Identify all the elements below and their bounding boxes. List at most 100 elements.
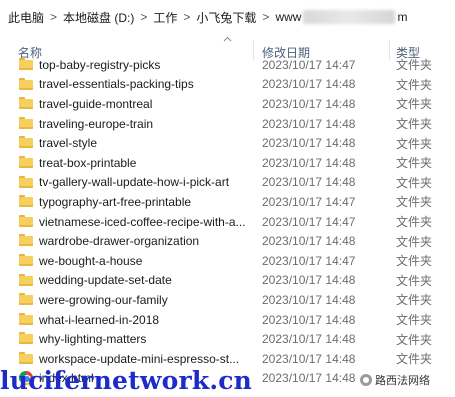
folder-icon bbox=[19, 58, 33, 70]
breadcrumb-item-site-folder[interactable]: www m bbox=[273, 10, 409, 25]
file-list: top-baby-registry-picks 2023/10/17 14:47 文… bbox=[0, 58, 455, 397]
breadcrumb-separator: > bbox=[183, 10, 191, 24]
file-modified-date: 2023/10/17 14:48 bbox=[262, 96, 356, 111]
file-type: 文件夹 bbox=[396, 77, 433, 92]
column-divider[interactable] bbox=[253, 40, 254, 60]
file-name: tv-gallery-wall-update-how-i-pick-art bbox=[39, 175, 230, 190]
file-row[interactable]: traveling-europe-train 2023/10/17 14:48 文件… bbox=[0, 114, 455, 134]
file-row[interactable]: treat-box-printable 2023/10/17 14:48 文件夹 bbox=[0, 153, 455, 173]
file-modified-date: 2023/10/17 14:47 bbox=[262, 194, 356, 209]
folder-icon bbox=[19, 195, 33, 208]
breadcrumb: 此电脑 > 本地磁盘 (D:) > 工作 > 小飞兔下载 > www m bbox=[0, 0, 455, 34]
folder-icon bbox=[19, 214, 33, 227]
folder-icon bbox=[19, 97, 33, 110]
breadcrumb-site-prefix: www bbox=[275, 9, 302, 24]
watermark-text: lucifernetwork.cn bbox=[0, 366, 253, 395]
file-row[interactable]: tv-gallery-wall-update-how-i-pick-art 202… bbox=[0, 173, 455, 193]
file-name: travel-style bbox=[39, 136, 98, 151]
file-name: typography-art-free-printable bbox=[39, 194, 192, 209]
folder-icon bbox=[19, 234, 33, 247]
file-modified-date: 2023/10/17 14:48 bbox=[262, 155, 356, 170]
file-row[interactable]: we-bought-a-house 2023/10/17 14:47 文件夹 bbox=[0, 251, 455, 271]
file-modified-date: 2023/10/17 14:48 bbox=[262, 116, 356, 131]
file-modified-date: 2023/10/17 14:48 bbox=[262, 351, 356, 366]
folder-icon bbox=[19, 273, 33, 286]
file-row[interactable]: wedding-update-set-date 2023/10/17 14:48 文… bbox=[0, 271, 455, 291]
file-name: travel-guide-montreal bbox=[39, 96, 153, 111]
file-row[interactable]: wardrobe-drawer-organization 2023/10/17 1… bbox=[0, 231, 455, 251]
file-row[interactable]: travel-style 2023/10/17 14:48 文件夹 bbox=[0, 133, 455, 153]
breadcrumb-item-work[interactable]: 工作 bbox=[151, 9, 179, 26]
redacted-blur bbox=[303, 10, 396, 25]
file-name: wardrobe-drawer-organization bbox=[39, 234, 200, 249]
file-row[interactable]: were-growing-our-family 2023/10/17 14:48 文… bbox=[0, 290, 455, 310]
folder-icon bbox=[19, 116, 33, 129]
file-type: 文件夹 bbox=[396, 215, 433, 230]
file-type: 文件夹 bbox=[396, 156, 433, 171]
file-row[interactable]: typography-art-free-printable 2023/10/17 … bbox=[0, 192, 455, 212]
file-row[interactable]: vietnamese-iced-coffee-recipe-with-a... 2… bbox=[0, 212, 455, 232]
folder-icon bbox=[19, 175, 33, 188]
file-modified-date: 2023/10/17 14:48 bbox=[262, 292, 356, 307]
folder-icon bbox=[19, 352, 33, 364]
file-type: 文件夹 bbox=[396, 313, 433, 328]
file-modified-date: 2023/10/17 14:48 bbox=[262, 136, 356, 151]
breadcrumb-item-local-disk[interactable]: 本地磁盘 (D:) bbox=[61, 9, 136, 26]
file-type: 文件夹 bbox=[396, 234, 433, 249]
column-divider[interactable] bbox=[389, 40, 390, 60]
wechat-watermark-label: 路西法网络 bbox=[375, 375, 430, 387]
file-row[interactable]: travel-essentials-packing-tips 2023/10/17… bbox=[0, 75, 455, 95]
file-modified-date: 2023/10/17 14:48 bbox=[262, 332, 356, 347]
file-modified-date: 2023/10/17 14:47 bbox=[262, 58, 356, 72]
file-type: 文件夹 bbox=[396, 117, 433, 132]
file-type: 文件夹 bbox=[396, 273, 433, 288]
breadcrumb-separator: > bbox=[50, 10, 58, 24]
file-type: 文件夹 bbox=[396, 175, 433, 190]
file-modified-date: 2023/10/17 14:48 bbox=[262, 77, 356, 92]
breadcrumb-separator: > bbox=[140, 10, 148, 24]
file-name: top-baby-registry-picks bbox=[39, 58, 161, 72]
file-name: we-bought-a-house bbox=[39, 253, 143, 268]
file-type: 文件夹 bbox=[396, 58, 433, 73]
file-modified-date: 2023/10/17 14:48 bbox=[262, 175, 356, 190]
file-type: 文件夹 bbox=[396, 332, 433, 347]
file-modified-date: 2023/10/17 14:48 bbox=[262, 371, 356, 386]
file-type: 文件夹 bbox=[396, 97, 433, 112]
file-name: what-i-learned-in-2018 bbox=[39, 312, 160, 327]
folder-icon bbox=[19, 254, 33, 266]
folder-icon bbox=[19, 156, 33, 168]
file-name: workspace-update-mini-espresso-st... bbox=[39, 351, 240, 366]
file-name: vietnamese-iced-coffee-recipe-with-a... bbox=[39, 214, 246, 229]
file-modified-date: 2023/10/17 14:48 bbox=[262, 312, 356, 327]
file-name: treat-box-printable bbox=[39, 155, 137, 170]
file-type: 文件夹 bbox=[396, 254, 433, 269]
folder-icon bbox=[19, 332, 33, 345]
folder-icon bbox=[19, 293, 33, 306]
file-row[interactable]: why-lighting-matters 2023/10/17 14:48 文件夹 bbox=[0, 329, 455, 349]
file-name: were-growing-our-family bbox=[39, 292, 168, 307]
file-modified-date: 2023/10/17 14:48 bbox=[262, 234, 356, 249]
file-row[interactable]: top-baby-registry-picks 2023/10/17 14:47 文… bbox=[0, 58, 455, 75]
wechat-watermark: 路西法网络 bbox=[358, 372, 432, 388]
breadcrumb-separator: > bbox=[262, 10, 270, 24]
wechat-icon bbox=[360, 374, 372, 386]
file-type: 文件夹 bbox=[396, 293, 433, 308]
file-modified-date: 2023/10/17 14:47 bbox=[262, 214, 356, 229]
breadcrumb-item-this-pc[interactable]: 此电脑 bbox=[6, 9, 46, 26]
file-row[interactable]: what-i-learned-in-2018 2023/10/17 14:48 文件… bbox=[0, 310, 455, 330]
file-name: travel-essentials-packing-tips bbox=[39, 77, 194, 92]
file-type: 文件夹 bbox=[396, 136, 433, 151]
folder-icon bbox=[19, 77, 33, 90]
file-name: wedding-update-set-date bbox=[39, 273, 172, 288]
file-type: 文件夹 bbox=[396, 352, 433, 367]
file-name: traveling-europe-train bbox=[39, 116, 154, 131]
chevron-up-icon[interactable] bbox=[0, 36, 455, 44]
file-name: why-lighting-matters bbox=[39, 332, 147, 347]
file-modified-date: 2023/10/17 14:48 bbox=[262, 273, 356, 288]
file-modified-date: 2023/10/17 14:47 bbox=[262, 253, 356, 268]
folder-icon bbox=[19, 312, 33, 325]
breadcrumb-site-suffix: m bbox=[397, 9, 408, 24]
breadcrumb-item-downloads[interactable]: 小飞兔下载 bbox=[194, 9, 258, 26]
file-row[interactable]: travel-guide-montreal 2023/10/17 14:48 文件夹 bbox=[0, 94, 455, 114]
file-type: 文件夹 bbox=[396, 195, 433, 210]
